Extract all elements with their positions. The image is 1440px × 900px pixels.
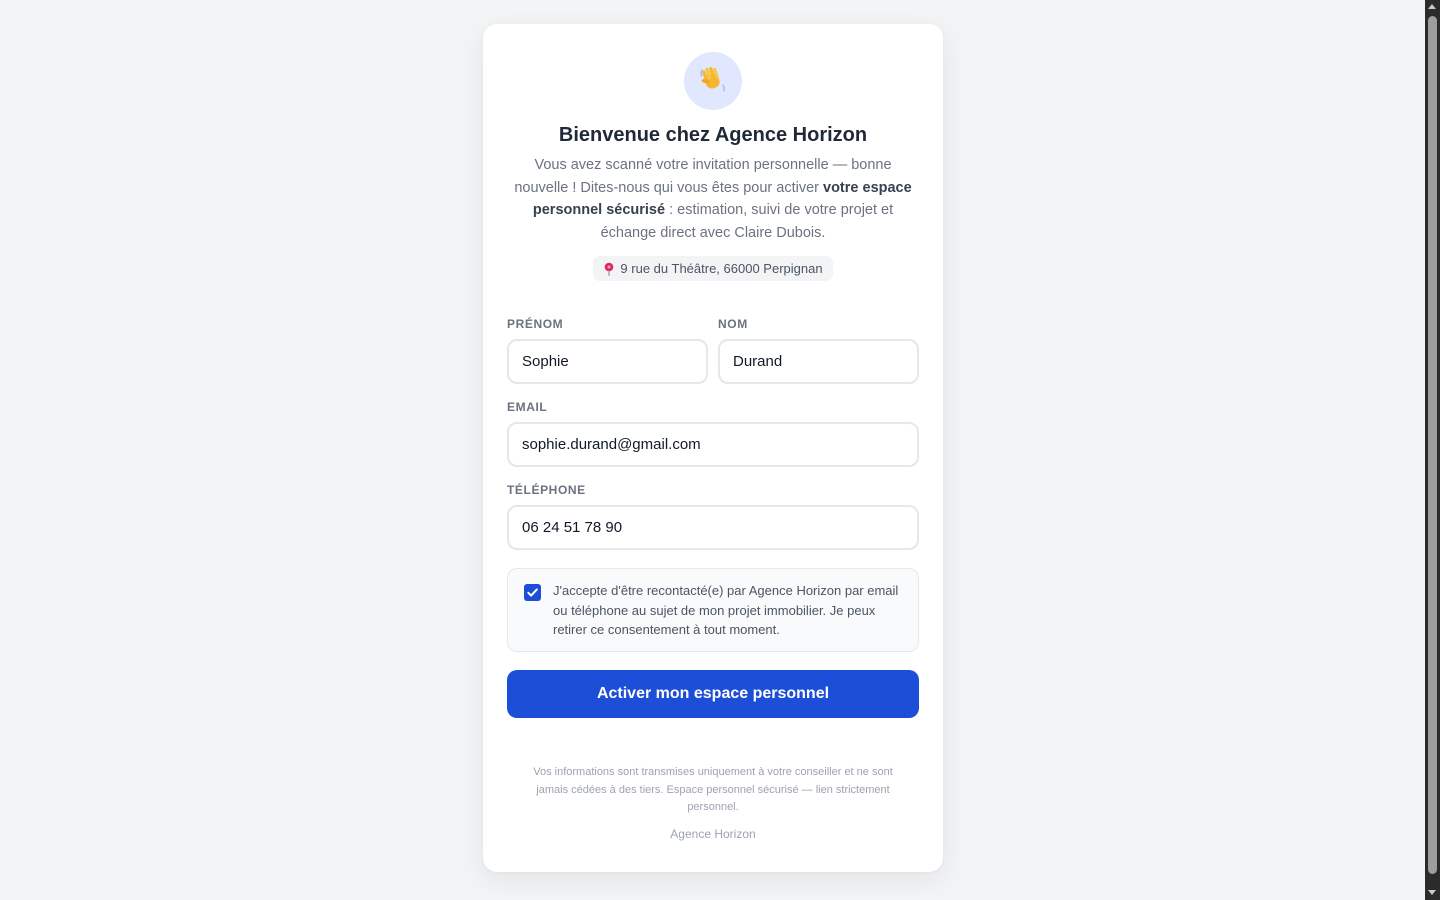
email-field: Email bbox=[507, 400, 919, 467]
signup-form: Prénom Nom Email Téléphone bbox=[507, 317, 919, 718]
consent-text: J'accepte d'être recontacté(e) par Agenc… bbox=[553, 583, 899, 637]
email-input[interactable] bbox=[507, 422, 919, 467]
checkmark-icon bbox=[527, 588, 538, 597]
first-name-label: Prénom bbox=[507, 317, 564, 331]
welcome-avatar bbox=[684, 52, 742, 110]
page-title: Bienvenue chez Agence Horizon bbox=[558, 124, 868, 146]
waving-hand-icon bbox=[698, 64, 728, 99]
page-scrollbar[interactable] bbox=[1425, 0, 1440, 900]
first-name-input[interactable] bbox=[507, 339, 708, 384]
address-badge: 9 rue du Théâtre, 66000 Perpignan bbox=[593, 256, 833, 281]
scroll-down-arrow-icon[interactable] bbox=[1428, 890, 1436, 895]
scroll-up-arrow-icon[interactable] bbox=[1428, 4, 1436, 9]
activate-space-button[interactable]: Activer mon espace personnel bbox=[507, 670, 919, 718]
email-label: Email bbox=[507, 400, 548, 414]
address-text: 9 rue du Théâtre, 66000 Perpignan bbox=[620, 261, 823, 276]
phone-field: Téléphone bbox=[507, 483, 919, 550]
consent-box: J'accepte d'être recontacté(e) par Agenc… bbox=[507, 568, 919, 652]
page: Bienvenue chez Agence Horizon Vous avez … bbox=[0, 0, 1425, 900]
first-name-field: Prénom bbox=[507, 317, 708, 384]
map-pin-icon bbox=[603, 262, 615, 276]
phone-label: Téléphone bbox=[507, 483, 586, 497]
consent-checkbox[interactable] bbox=[524, 584, 541, 601]
phone-input[interactable] bbox=[507, 505, 919, 550]
invitation-card: Bienvenue chez Agence Horizon Vous avez … bbox=[483, 24, 943, 872]
last-name-field: Nom bbox=[718, 317, 919, 384]
scrollbar-thumb[interactable] bbox=[1428, 16, 1437, 874]
last-name-label: Nom bbox=[718, 317, 748, 331]
footer-brand: Agence Horizon bbox=[670, 826, 756, 841]
privacy-disclaimer: Vos informations sont transmises uniquem… bbox=[533, 766, 893, 813]
last-name-input[interactable] bbox=[718, 339, 919, 384]
intro-text: Vous avez scanné votre invitation person… bbox=[512, 154, 914, 244]
